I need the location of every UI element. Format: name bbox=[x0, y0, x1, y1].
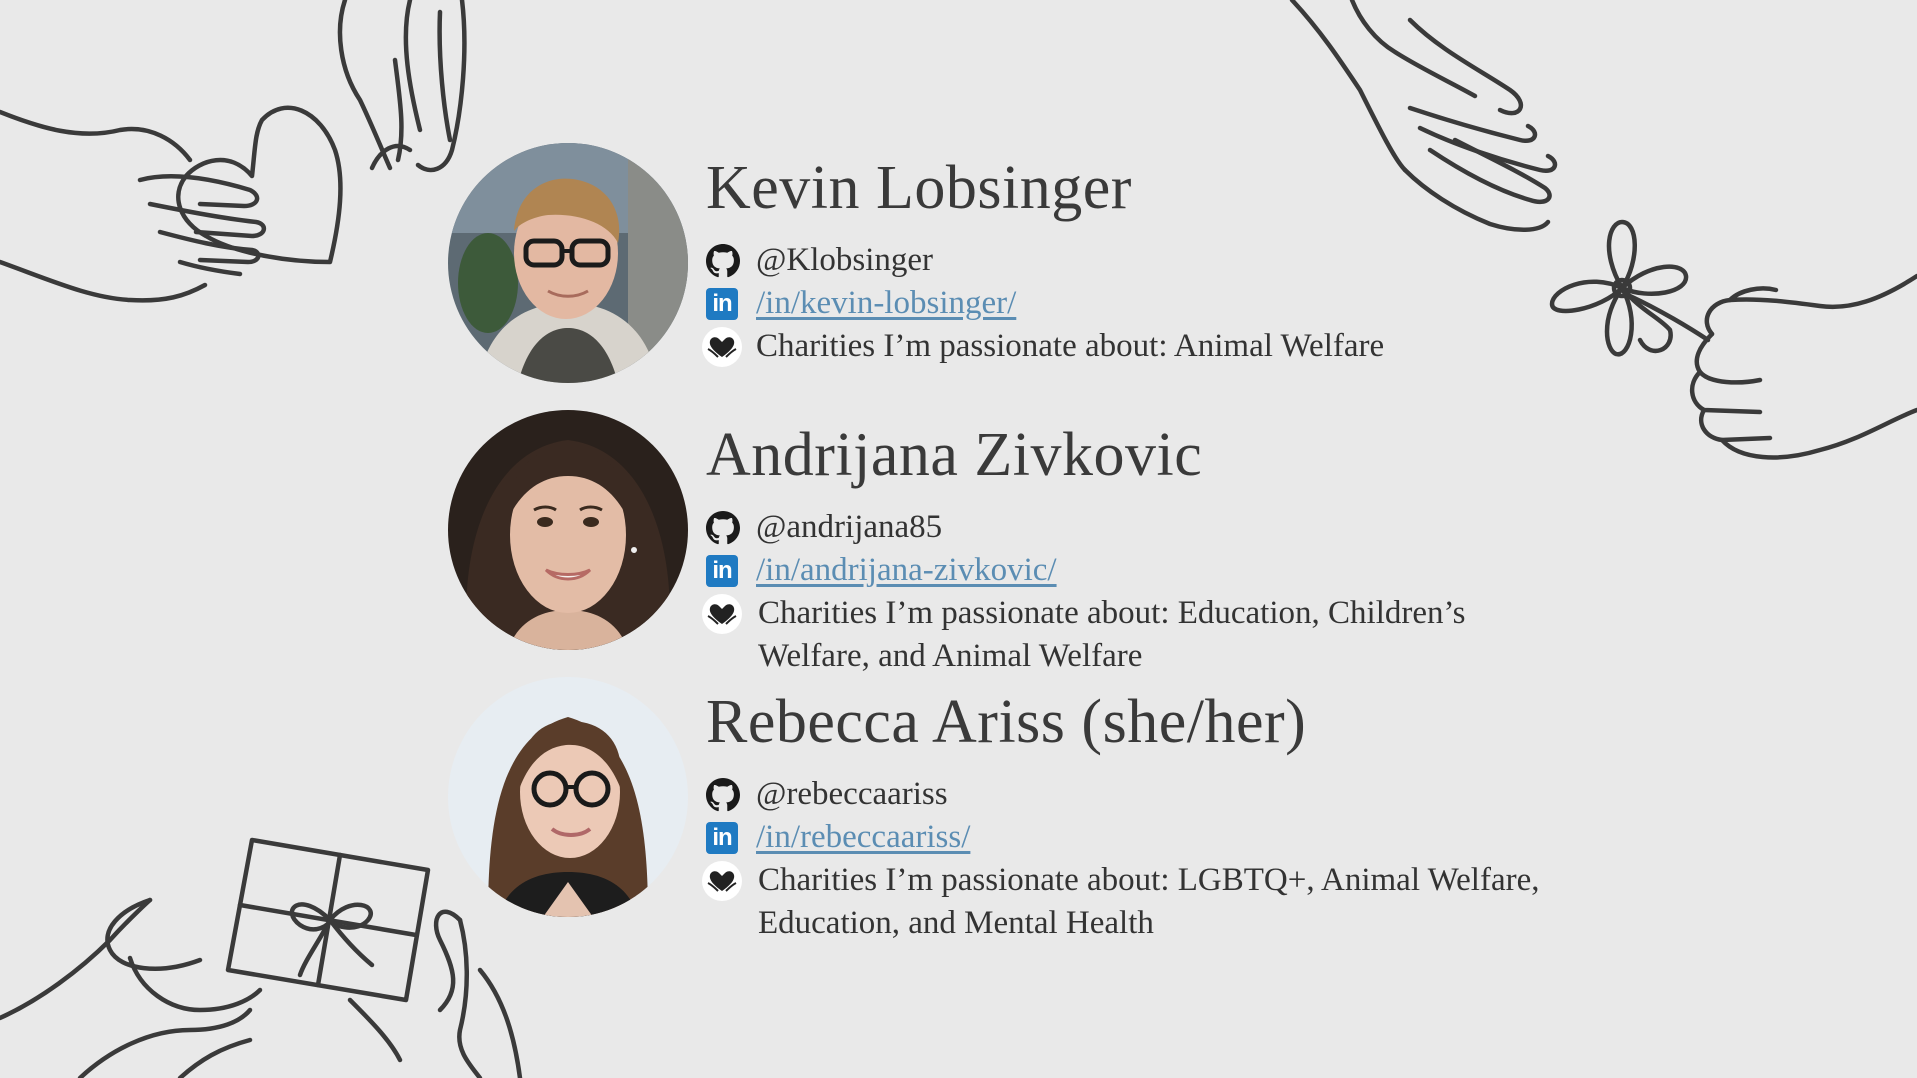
github-handle[interactable]: @rebeccaariss bbox=[750, 773, 948, 816]
linkedin-icon: in bbox=[706, 816, 750, 859]
avatar bbox=[448, 143, 688, 383]
hands-holding-gift-sketch bbox=[0, 837, 523, 1078]
hand-holding-flower-sketch bbox=[1549, 219, 1917, 460]
profile-photo bbox=[448, 677, 688, 917]
linkedin-link[interactable]: /in/andrijana-zivkovic/ bbox=[756, 552, 1057, 588]
avatar bbox=[448, 410, 688, 650]
charities-row: Charities I’m passionate about: Educatio… bbox=[702, 592, 1548, 678]
heart-hands-icon bbox=[702, 325, 750, 368]
linkedin-link[interactable]: /in/kevin-lobsinger/ bbox=[756, 285, 1016, 321]
heart-hands-icon bbox=[702, 859, 750, 902]
github-icon bbox=[706, 239, 750, 282]
linkedin-link[interactable]: /in/rebeccaariss/ bbox=[756, 819, 970, 855]
profile-photo bbox=[448, 410, 688, 650]
charities-text: Charities I’m passionate about: Animal W… bbox=[756, 328, 1385, 364]
github-handle[interactable]: @Klobsinger bbox=[750, 239, 933, 282]
person-name: Rebecca Ariss (she/her) bbox=[706, 688, 1307, 756]
hand-giving-heart-sketch bbox=[0, 0, 467, 303]
github-icon bbox=[706, 773, 750, 816]
person-name: Kevin Lobsinger bbox=[706, 154, 1132, 222]
charities-row: Charities I’m passionate about: Animal W… bbox=[702, 325, 1385, 368]
linkedin-icon: in bbox=[706, 282, 750, 325]
open-hand-sketch bbox=[1289, 0, 1558, 232]
avatar bbox=[448, 677, 688, 917]
github-icon bbox=[706, 506, 750, 549]
profile-photo bbox=[448, 143, 688, 383]
linkedin-row: in /in/rebeccaariss/ bbox=[706, 816, 970, 859]
charities-text: Charities I’m passionate about: LGBTQ+, … bbox=[758, 862, 1540, 941]
linkedin-icon: in bbox=[706, 549, 750, 592]
charities-row: Charities I’m passionate about: LGBTQ+, … bbox=[702, 859, 1548, 945]
charities-text: Charities I’m passionate about: Educatio… bbox=[758, 595, 1466, 674]
github-row: @andrijana85 bbox=[706, 506, 942, 549]
linkedin-row: in /in/kevin-lobsinger/ bbox=[706, 282, 1016, 325]
github-handle[interactable]: @andrijana85 bbox=[750, 506, 942, 549]
heart-hands-icon bbox=[702, 592, 750, 635]
linkedin-row: in /in/andrijana-zivkovic/ bbox=[706, 549, 1057, 592]
person-name: Andrijana Zivkovic bbox=[706, 421, 1203, 489]
github-row: @Klobsinger bbox=[706, 239, 933, 282]
github-row: @rebeccaariss bbox=[706, 773, 948, 816]
